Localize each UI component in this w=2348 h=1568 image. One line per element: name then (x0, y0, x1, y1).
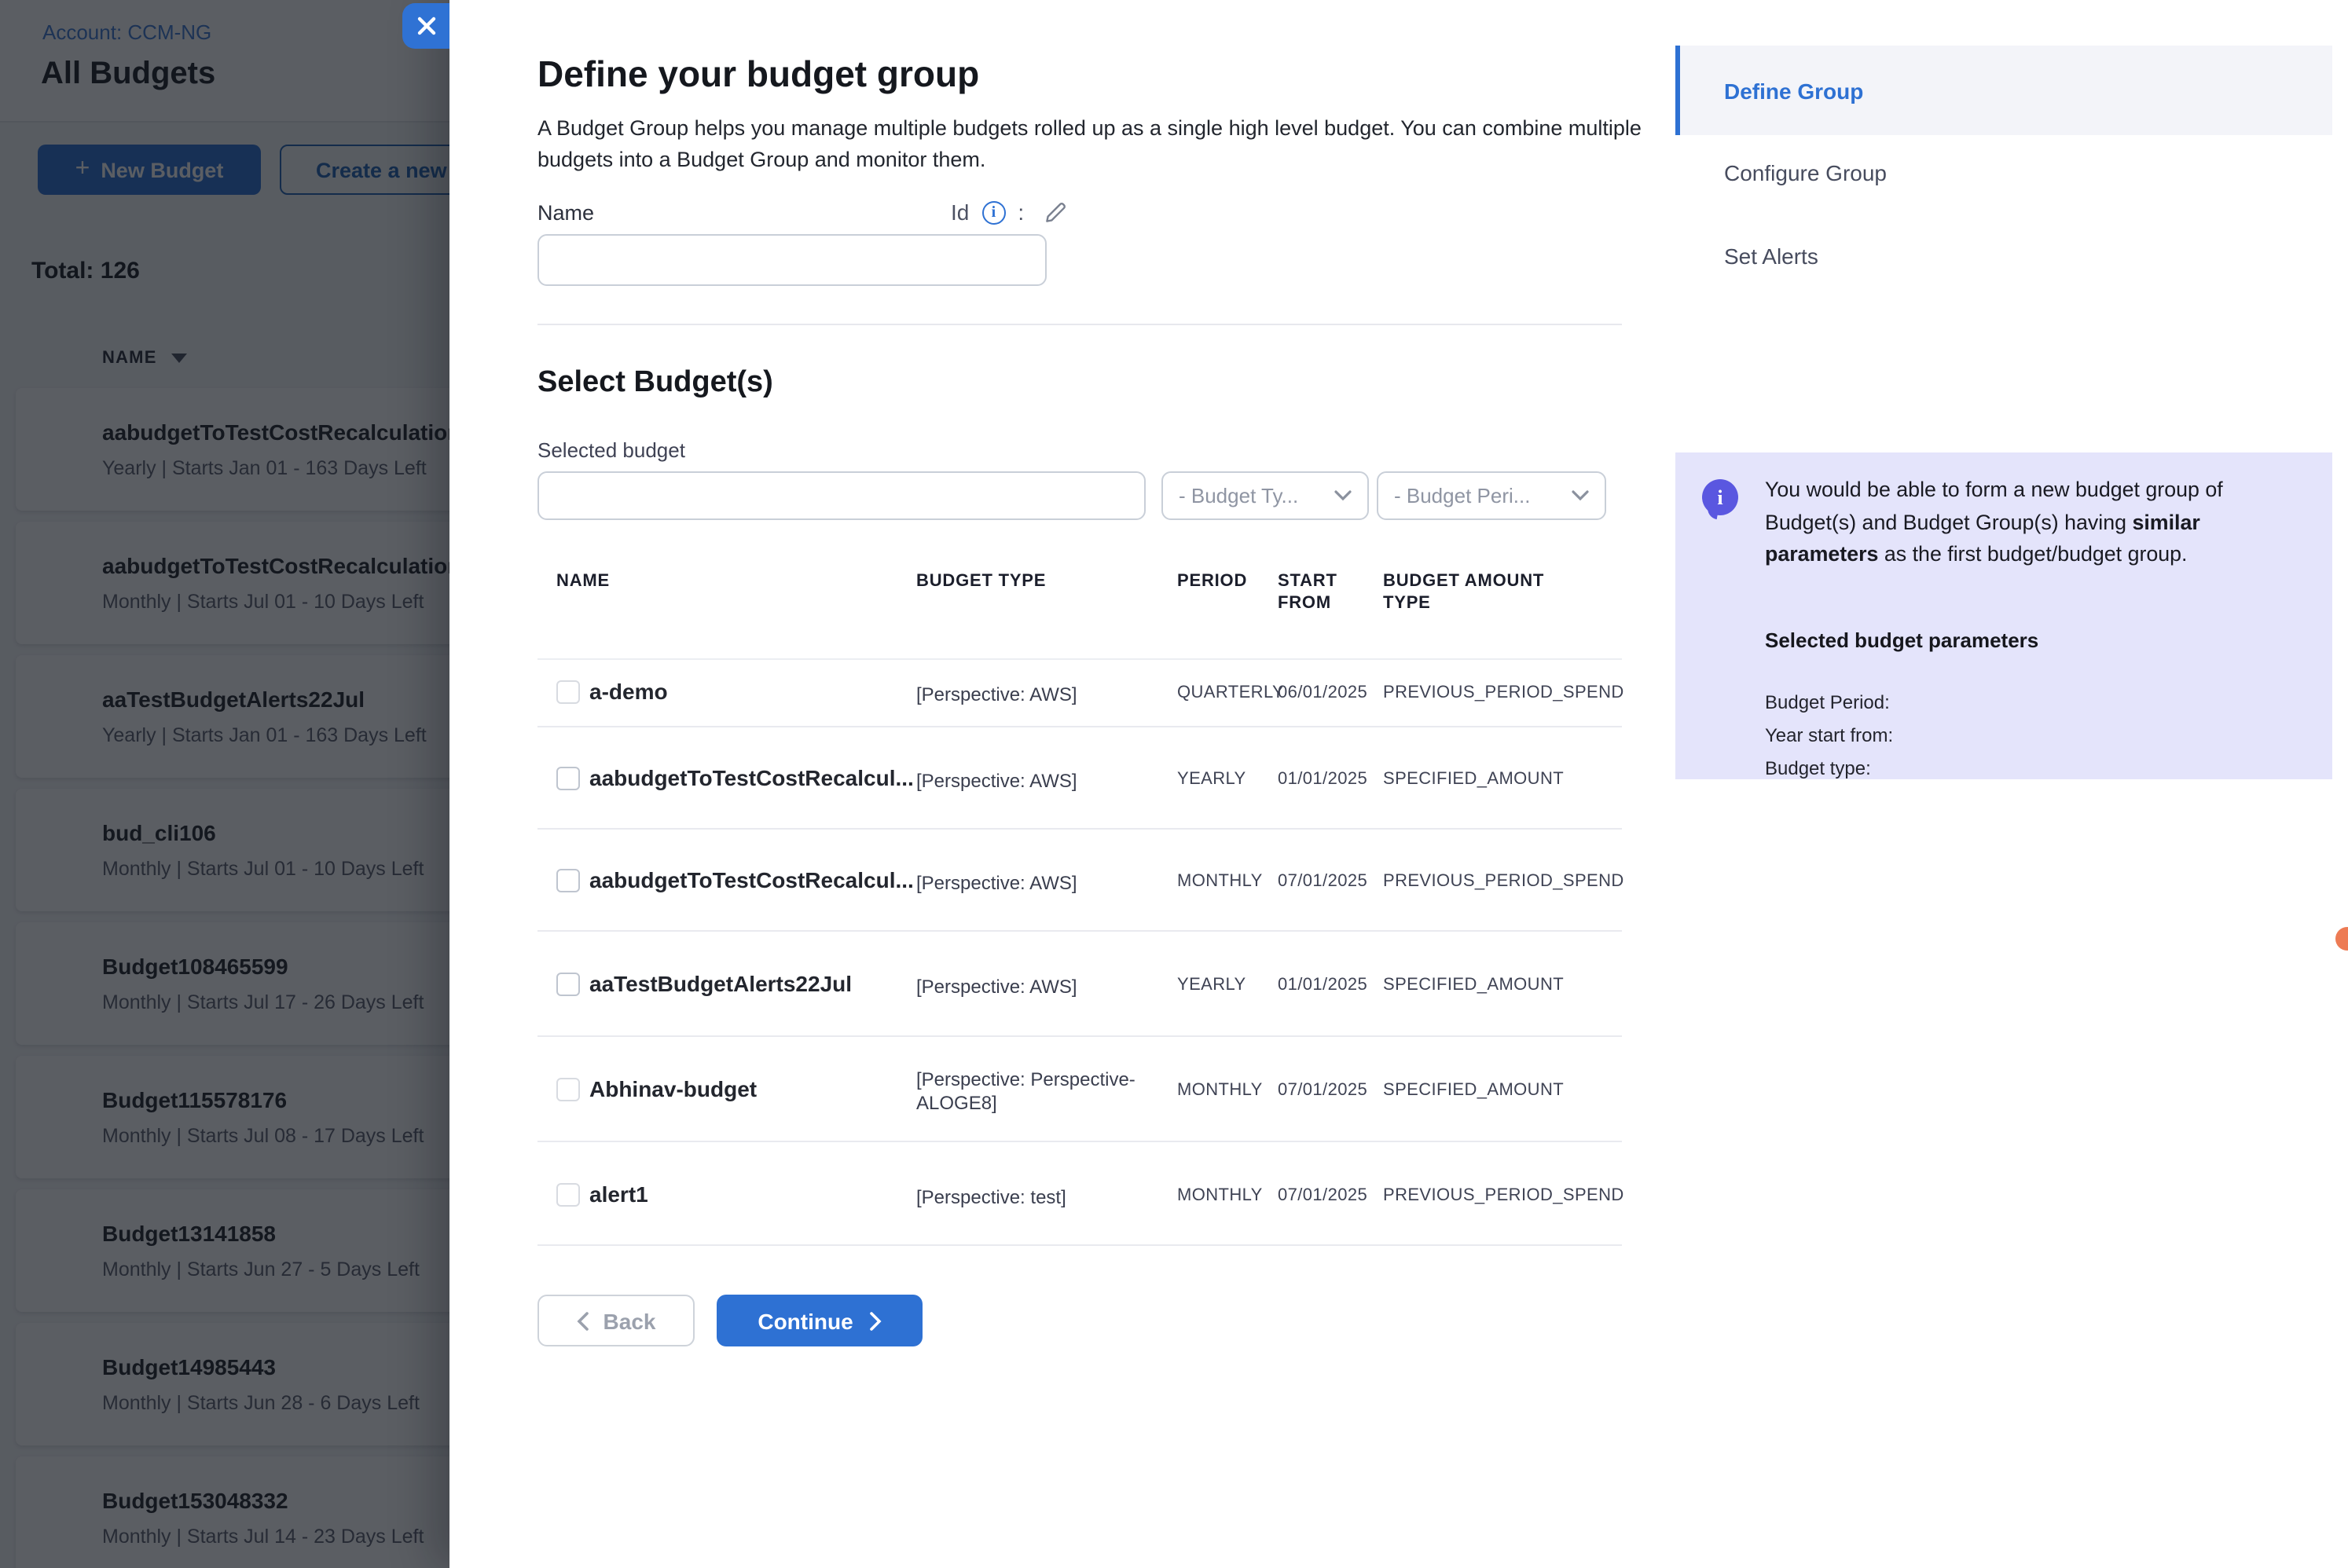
edit-id-icon[interactable] (1043, 200, 1068, 225)
id-info-icon[interactable]: i (981, 200, 1005, 224)
group-name-input[interactable] (537, 234, 1047, 286)
selected-params-heading: Selected budget parameters (1765, 628, 2038, 652)
all-budgets-background-page: Account: CCM-NG All Budgets + New Budget… (0, 0, 449, 1568)
chevron-left-icon (577, 1311, 589, 1330)
budget-table-row[interactable]: a-demo [Perspective: AWS] QUARTERLY 06/0… (537, 658, 1622, 727)
budget-table-row[interactable]: aabudgetToTestCostRecalcul... [Perspecti… (537, 727, 1622, 830)
budget-table-row[interactable]: Abhinav-budget [Perspective: Perspective… (537, 1037, 1622, 1142)
section-divider (537, 324, 1622, 325)
back-button[interactable]: Back (537, 1295, 695, 1346)
step-define-group[interactable]: Define Group (1675, 46, 2332, 135)
continue-button[interactable]: Continue (717, 1295, 923, 1346)
param-budget-type: Budget type: (1765, 757, 1871, 779)
close-modal-button[interactable] (402, 3, 449, 49)
close-icon (416, 16, 436, 36)
col-header-name: NAME (556, 570, 610, 592)
row-checkbox[interactable] (556, 680, 580, 704)
modal-title: Define your budget group (537, 53, 979, 96)
id-label: Id (951, 200, 969, 225)
id-row: Id i : (951, 200, 1068, 225)
col-header-budget-type: BUDGET TYPE (916, 570, 1046, 592)
info-icon: i (1702, 479, 1738, 515)
step-configure-group[interactable]: Configure Group (1675, 151, 2332, 195)
row-checkbox[interactable] (556, 1183, 580, 1207)
name-field-label: Name (537, 201, 594, 225)
info-panel: i You would be able to form a new budget… (1675, 452, 2332, 779)
budget-table-row[interactable]: aabudgetToTestCostRecalcul... [Perspecti… (537, 830, 1622, 932)
row-checkbox[interactable] (556, 1078, 580, 1101)
row-checkbox[interactable] (556, 973, 580, 996)
budget-search-input[interactable] (537, 471, 1146, 520)
col-header-start-from: START FROM (1278, 570, 1359, 614)
modal-description: A Budget Group helps you manage multiple… (537, 113, 1645, 176)
selected-budget-label: Selected budget (537, 438, 685, 462)
budget-type-filter-select[interactable]: - Budget Ty... (1161, 471, 1369, 520)
chevron-down-icon (1572, 490, 1589, 501)
chevron-right-icon (869, 1311, 882, 1330)
row-checkbox[interactable] (556, 869, 580, 892)
step-set-alerts[interactable]: Set Alerts (1675, 234, 2332, 278)
budget-group-wizard-page: Account: CCM-NG All Budgets + New Budget… (0, 0, 2348, 1568)
budget-table-row[interactable]: aaTestBudgetAlerts22Jul [Perspective: AW… (537, 932, 1622, 1037)
param-year-start: Year start from: (1765, 724, 1893, 746)
chevron-down-icon (1334, 490, 1352, 501)
row-checkbox[interactable] (556, 767, 580, 790)
info-panel-text: You would be able to form a new budget g… (1765, 474, 2258, 572)
col-header-period: PERIOD (1177, 570, 1247, 592)
budget-period-filter-select[interactable]: - Budget Peri... (1377, 471, 1606, 520)
modal-backdrop[interactable] (0, 0, 449, 1568)
select-budgets-heading: Select Budget(s) (537, 366, 773, 401)
budget-table-row[interactable]: alert1 [Perspective: test] MONTHLY 07/01… (537, 1142, 1622, 1246)
param-budget-period: Budget Period: (1765, 691, 1890, 713)
define-budget-group-modal: Define your budget group A Budget Group … (449, 0, 2348, 1568)
col-header-budget-amount-type: BUDGET AMOUNT TYPE (1383, 570, 1553, 614)
